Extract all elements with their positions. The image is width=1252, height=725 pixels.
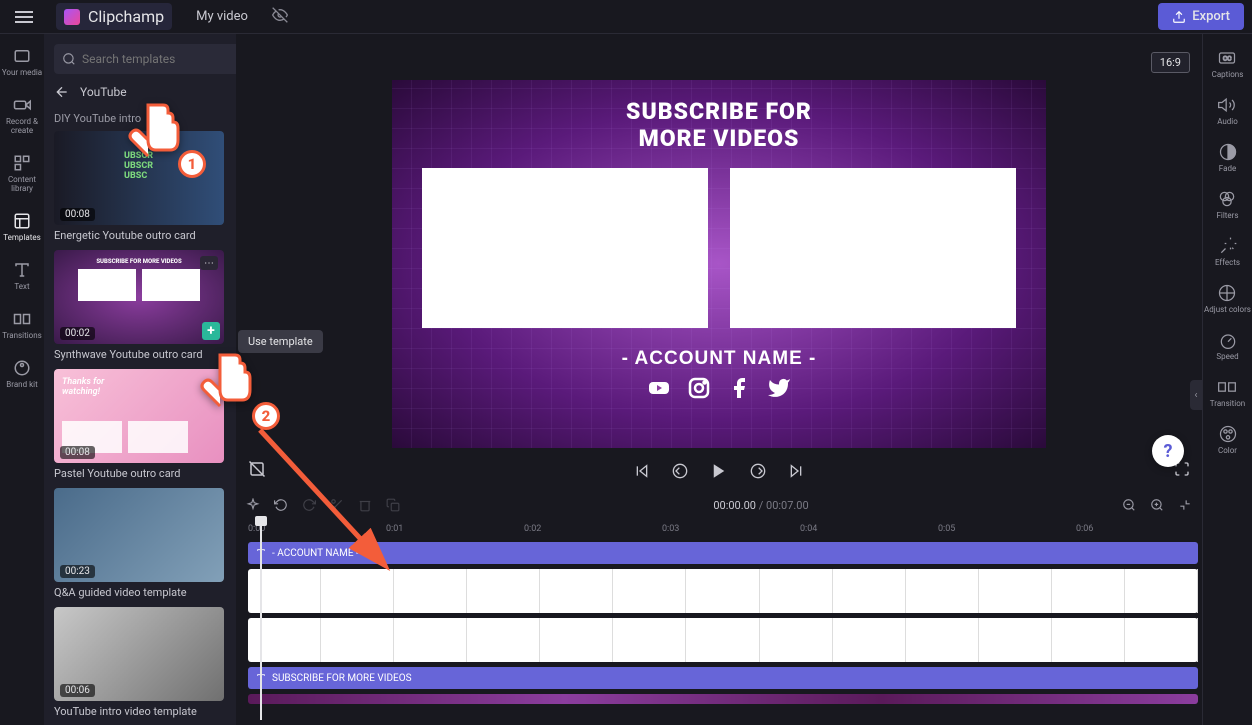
- arrow-left-icon: [54, 84, 70, 100]
- template-card[interactable]: 00:06 YouTube intro video template: [54, 607, 226, 718]
- video-placeholder: [422, 168, 708, 328]
- social-icons: [392, 376, 1046, 400]
- export-button[interactable]: Export: [1158, 3, 1244, 30]
- zoom-in-icon[interactable]: [1150, 498, 1164, 512]
- text-track[interactable]: - ACCOUNT NAME -: [248, 542, 1198, 564]
- visibility-icon[interactable]: [272, 7, 288, 27]
- project-title[interactable]: My video: [196, 9, 248, 24]
- app-logo[interactable]: Clipchamp: [56, 3, 172, 30]
- menu-button[interactable]: [8, 1, 40, 33]
- tool-effects[interactable]: Effects: [1215, 236, 1240, 267]
- tool-filters[interactable]: Filters: [1216, 189, 1238, 220]
- split-icon[interactable]: [330, 498, 344, 512]
- template-card[interactable]: Thanks forwatching! 00:08 Pastel Youtube…: [54, 369, 226, 480]
- skip-forward-icon[interactable]: [788, 463, 804, 479]
- use-template-tooltip: Use template: [238, 330, 323, 353]
- step-back-icon[interactable]: [672, 463, 688, 479]
- rail-brand-kit[interactable]: Brand kit: [6, 358, 37, 389]
- expand-panel-handle[interactable]: ‹: [1190, 380, 1202, 410]
- copy-icon[interactable]: [386, 498, 400, 512]
- subcategory-label: DIY YouTube intro: [54, 112, 226, 125]
- media-track[interactable]: [248, 618, 1198, 662]
- zoom-fit-icon[interactable]: [1178, 498, 1192, 512]
- more-options-button[interactable]: ⋯: [200, 256, 218, 270]
- rail-transitions[interactable]: Transitions: [2, 309, 42, 340]
- delete-icon[interactable]: [358, 498, 372, 512]
- zoom-out-icon[interactable]: [1122, 498, 1136, 512]
- search-input[interactable]: [82, 52, 236, 66]
- play-button[interactable]: [710, 462, 728, 480]
- timeline: 00:00.00 / 00:07.00 0:00 0:01 0:02 0:03 …: [236, 490, 1202, 725]
- video-placeholder: [730, 168, 1016, 328]
- timeline-ruler[interactable]: 0:00 0:01 0:02 0:03 0:04 0:05 0:06: [248, 520, 1202, 538]
- preview-area: 16:9 SUBSCRIBE FORMORE VIDEOS - ACCOUNT …: [236, 34, 1202, 490]
- tool-color[interactable]: Color: [1218, 424, 1238, 455]
- redo-icon[interactable]: [302, 498, 316, 512]
- sparkle-icon[interactable]: [246, 498, 260, 512]
- svg-text:CC: CC: [1223, 55, 1232, 63]
- back-to-youtube[interactable]: YouTube: [54, 84, 226, 100]
- search-box[interactable]: [54, 44, 236, 74]
- step-forward-icon[interactable]: [750, 463, 766, 479]
- facebook-icon: [727, 376, 751, 400]
- app-name: Clipchamp: [88, 7, 164, 26]
- media-track[interactable]: [248, 569, 1198, 613]
- tool-speed[interactable]: Speed: [1216, 330, 1238, 361]
- twitter-icon: [767, 376, 791, 400]
- rail-record[interactable]: Record & create: [0, 95, 44, 135]
- rail-templates[interactable]: Templates: [3, 211, 40, 242]
- background-track[interactable]: [248, 694, 1198, 704]
- tool-captions[interactable]: CCCaptions: [1212, 48, 1244, 79]
- undo-icon[interactable]: [274, 498, 288, 512]
- text-track[interactable]: SUBSCRIBE FOR MORE VIDEOS: [248, 667, 1198, 689]
- clipchamp-logo-icon: [64, 9, 80, 25]
- template-card[interactable]: UBSCRUBSCRUBSC 00:08 Energetic Youtube o…: [54, 131, 226, 242]
- rail-text[interactable]: Text: [12, 260, 32, 291]
- templates-panel: YouTube DIY YouTube intro UBSCRUBSCRUBSC…: [44, 34, 236, 725]
- tool-transition[interactable]: Transition: [1210, 377, 1245, 408]
- tool-adjust-colors[interactable]: Adjust colors: [1204, 283, 1251, 314]
- youtube-icon: [647, 376, 671, 400]
- preview-canvas[interactable]: SUBSCRIBE FORMORE VIDEOS - ACCOUNT NAME …: [392, 80, 1046, 448]
- tool-fade[interactable]: Fade: [1218, 142, 1238, 173]
- template-card[interactable]: 00:23 Q&A guided video template: [54, 488, 226, 599]
- upload-icon: [1172, 10, 1186, 24]
- help-button[interactable]: ?: [1152, 435, 1184, 467]
- crop-button[interactable]: [248, 460, 266, 482]
- add-template-button[interactable]: +: [202, 322, 220, 340]
- rail-your-media[interactable]: Your media: [2, 46, 42, 77]
- search-icon: [62, 52, 76, 66]
- skip-back-icon[interactable]: [634, 463, 650, 479]
- tool-audio[interactable]: Audio: [1217, 95, 1238, 126]
- aspect-ratio-selector[interactable]: 16:9: [1151, 52, 1190, 73]
- rail-content-library[interactable]: Content library: [0, 153, 44, 193]
- playhead[interactable]: [260, 520, 262, 720]
- template-card-selected[interactable]: SUBSCRIBE FOR MORE VIDEOS ⋯ 00:02 + Synt…: [54, 250, 226, 361]
- instagram-icon: [687, 376, 711, 400]
